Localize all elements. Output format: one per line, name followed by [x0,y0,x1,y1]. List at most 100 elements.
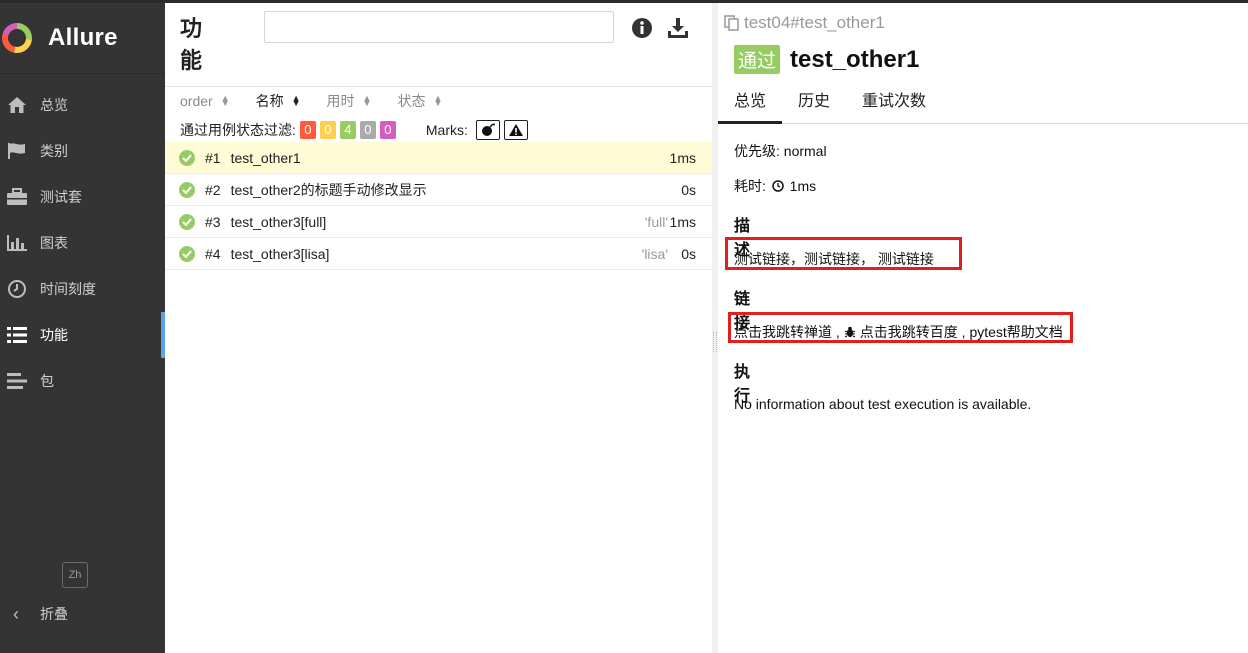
sort-label: 状态 [397,93,426,109]
briefcase-icon [4,186,30,208]
sidebar: Allure 总览 类别 测试套 图表 时间刻度 功能 包 Zh ‹ 折叠 [0,3,165,653]
sidebar-item-graphs[interactable]: 图表 [0,220,165,266]
row-name: test_other3[full] [230,213,327,230]
table-row[interactable]: #3 test_other3[full] 'full' 1ms [165,206,712,238]
download-icon[interactable] [667,17,689,39]
test-title: test_other1 [790,45,920,73]
sidebar-item-label: 图表 [40,235,68,251]
collapse-button[interactable]: ‹ 折叠 [0,599,68,629]
align-left-icon [4,370,30,392]
status-badge: 通过 [734,45,781,74]
table-row[interactable]: #2 test_other2的标题手动修改显示 0s [165,174,712,206]
bar-chart-icon [4,232,30,254]
row-duration: 1ms [669,149,696,166]
tab-overview[interactable]: 总览 [718,85,783,124]
filter-skipped-badge[interactable]: 0 [359,121,376,139]
sidebar-item-packages[interactable]: 包 [0,358,165,404]
flag-icon [4,140,30,162]
list-icon [4,324,30,346]
bomb-icon [481,123,495,136]
sort-bar: order ▲ ▼ 名称 ▲ ▼ 用时 ▲ ▼ 状态 ▲ ▼ [180,91,468,111]
warning-icon [508,124,523,136]
sidebar-item-behaviors[interactable]: 功能 [0,312,165,358]
sidebar-item-categories[interactable]: 类别 [0,128,165,174]
row-param: 'lisa' [641,245,668,262]
language-toggle[interactable]: Zh [62,562,88,588]
row-param: 'full' [644,213,668,230]
sidebar-item-label: 测试套 [40,189,82,205]
collapse-label: 折叠 [40,606,68,622]
passed-status-icon [179,245,195,262]
sort-label: 用时 [326,93,355,109]
splitter-grip[interactable] [713,332,717,352]
sidebar-item-label: 类别 [40,143,68,159]
priority-text: 优先级: normal [734,143,827,159]
sort-label: 名称 [255,93,284,109]
sidebar-item-timeline[interactable]: 时间刻度 [0,266,165,312]
passed-status-icon [179,149,195,166]
row-number: #4 [205,245,221,262]
sort-order[interactable]: order ▲ ▼ [180,91,230,111]
sidebar-item-label: 功能 [40,327,68,343]
row-name: test_other3[lisa] [230,245,330,262]
passed-status-icon [179,213,195,230]
sidebar-item-overview[interactable]: 总览 [0,82,165,128]
info-icon[interactable] [631,17,653,39]
test-list: #1 test_other1 1ms #2 test_other2的标题手动修改… [165,142,712,270]
status-filter-bar: 通过用例状态过滤: 0 0 4 0 0 Marks: [180,119,528,141]
home-icon [4,94,30,116]
row-duration: 0s [681,181,696,198]
sort-duration[interactable]: 用时 ▲ ▼ [327,91,372,111]
filter-label: 通过用例状态过滤: [180,122,296,138]
filter-unknown-badge[interactable]: 0 [379,121,396,139]
sort-label: order [180,93,213,109]
allure-logo [2,23,32,53]
page-title: 功能 [180,16,203,73]
breadcrumb-text: test04#test_other1 [744,13,885,32]
sort-name[interactable]: 名称 ▲ ▼ [256,91,301,111]
filter-broken-badge[interactable]: 0 [319,121,336,139]
new-failed-mark-toggle[interactable] [503,120,528,140]
sidebar-item-suites[interactable]: 测试套 [0,174,165,220]
sidebar-item-label: 包 [40,373,54,389]
highlight-box-links [728,312,1073,343]
brand[interactable]: Allure [0,3,165,74]
detail-tabs: 总览 历史 重试次数 [718,85,1248,124]
passed-status-icon [179,181,195,198]
row-duration: 1ms [669,213,696,230]
tree-panel: 功能 order ▲ ▼ 名称 ▲ ▼ 用时 ▲ ▼ 状态 ▲ ▼ 通过用例状态过滤: 0 0 … [165,3,712,653]
row-number: #2 [205,181,221,198]
search-input[interactable] [264,11,614,43]
brand-name: Allure [48,24,118,51]
test-title-row: 通过 test_other1 [734,45,919,74]
duration-value: 1ms [789,178,817,194]
table-row[interactable]: #1 test_other1 1ms [165,142,712,174]
row-duration: 0s [681,245,696,262]
row-name: test_other1 [230,149,301,166]
marks-label: Marks: [425,122,468,138]
sidebar-nav: 总览 类别 测试套 图表 时间刻度 功能 包 [0,82,165,404]
table-row[interactable]: #4 test_other3[lisa] 'lisa' 0s [165,238,712,270]
flaky-mark-toggle[interactable] [475,120,500,140]
row-name: test_other2的标题手动修改显示 [230,181,427,198]
breadcrumb[interactable]: test04#test_other1 [724,13,885,33]
duration-row: 耗时: 1ms [734,176,816,196]
tab-retries[interactable]: 重试次数 [846,85,942,124]
clock-icon [4,278,30,300]
chevron-left-icon: ‹ [13,603,19,624]
row-number: #1 [205,149,221,166]
copy-icon[interactable] [724,15,740,31]
tab-history[interactable]: 历史 [782,85,846,124]
sort-arrows-icon: ▲ ▼ [220,93,230,108]
execution-text: No information about test execution is a… [734,396,1032,412]
test-detail-panel: test04#test_other1 通过 test_other1 总览 历史 … [718,3,1248,653]
sidebar-item-label: 时间刻度 [40,281,96,297]
filter-passed-badge[interactable]: 4 [339,121,356,139]
sort-arrows-icon: ▲ ▼ [433,93,443,108]
clock-icon [772,180,784,192]
row-number: #3 [205,213,221,230]
sort-arrows-icon: ▲ ▼ [362,93,372,108]
filter-failed-badge[interactable]: 0 [299,121,316,139]
sort-arrows-icon: ▲ ▼ [291,93,301,108]
sort-status[interactable]: 状态 ▲ ▼ [397,91,442,111]
